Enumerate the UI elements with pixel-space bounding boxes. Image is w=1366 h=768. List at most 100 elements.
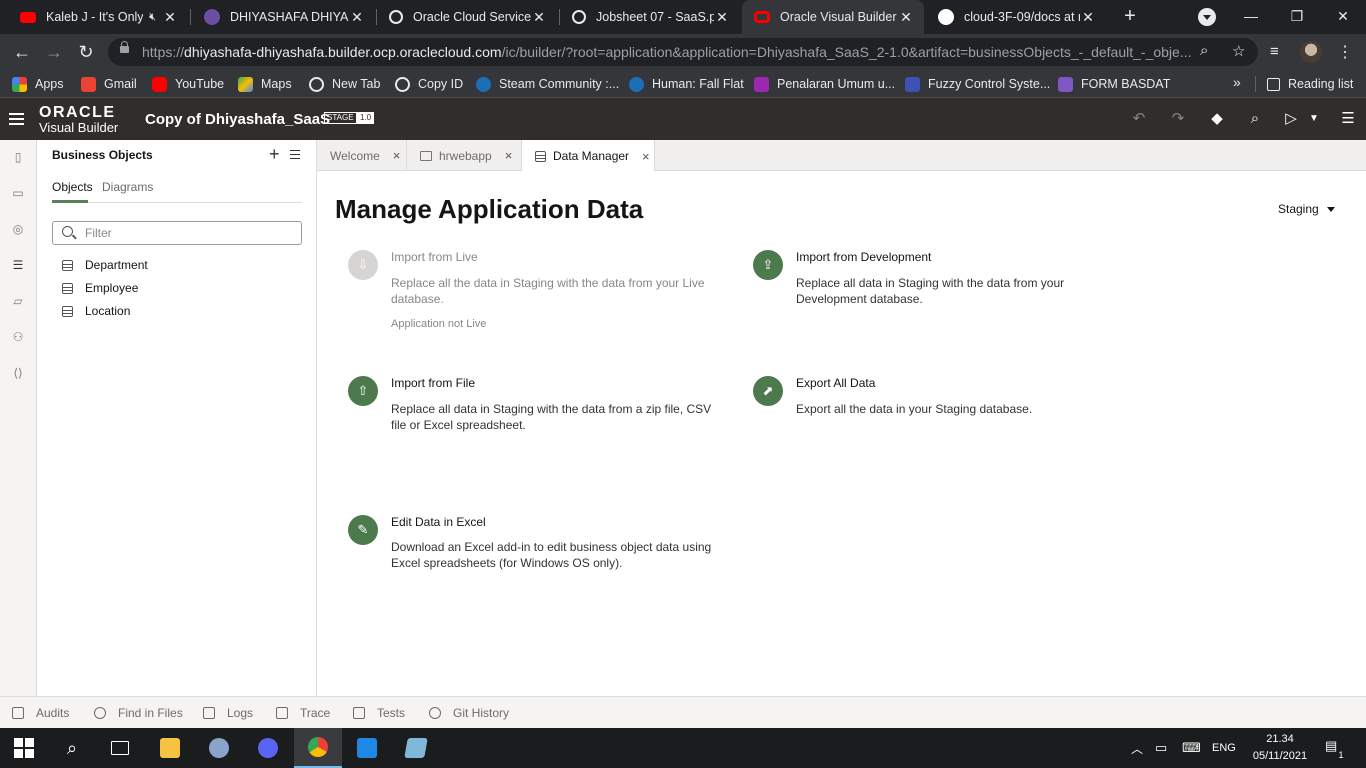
close-window-button[interactable]: ✕ [1320, 0, 1366, 34]
import-file-icon[interactable]: ⇧ [348, 376, 378, 406]
task-view-button[interactable] [96, 728, 144, 768]
tab-search-icon[interactable] [1198, 8, 1216, 26]
filter-input[interactable] [85, 225, 285, 241]
bookmark-youtube[interactable]: YouTube [152, 75, 224, 93]
language-indicator[interactable]: ENG [1212, 742, 1236, 754]
close-tab-icon[interactable]: ✕ [714, 9, 730, 26]
forward-button[interactable]: → [42, 40, 66, 64]
minimize-button[interactable]: — [1228, 0, 1274, 34]
chevron-down-icon[interactable] [1327, 207, 1335, 212]
network-icon[interactable]: ▭ [1155, 740, 1167, 756]
find-in-files-button[interactable]: Find in Files [94, 706, 183, 720]
back-button[interactable]: ← [10, 40, 34, 64]
mute-icon[interactable]: 🔇︎ [149, 11, 156, 24]
new-tab-button[interactable]: + [1118, 4, 1142, 28]
business-object-item[interactable]: Location [62, 303, 130, 319]
edit-data-in-excel-link[interactable]: Edit Data in Excel [391, 515, 486, 529]
add-business-object-icon[interactable]: + [269, 144, 280, 165]
bookmark-star-icon[interactable]: ☆ [1232, 42, 1245, 60]
close-tab-icon[interactable]: × [642, 149, 650, 164]
logs-button[interactable]: Logs [203, 706, 253, 720]
tests-button[interactable]: Tests [353, 706, 405, 720]
tab-data-manager[interactable]: Data Manager × [522, 140, 655, 172]
bookmark-gmail[interactable]: Gmail [81, 75, 137, 93]
git-icon[interactable]: ◆ [1207, 109, 1227, 129]
git-history-button[interactable]: Git History [429, 706, 509, 720]
start-button[interactable] [0, 728, 48, 768]
app-title[interactable]: Copy of Dhiyashafa_SaaS [145, 111, 330, 128]
bookmark-fuzzy[interactable]: Fuzzy Control Syste... [905, 75, 1050, 93]
tab-diagrams[interactable]: Diagrams [102, 180, 153, 194]
mobile-apps-icon[interactable]: ▯ [10, 149, 26, 165]
close-tab-icon[interactable]: × [393, 148, 401, 163]
export-all-data-link[interactable]: Export All Data [796, 376, 875, 390]
address-bar[interactable]: https://dhiyashafa-dhiyashafa.builder.oc… [108, 38, 1258, 66]
reload-button[interactable]: ↻ [74, 40, 98, 64]
audits-button[interactable]: Audits [12, 706, 69, 720]
more-menu-icon[interactable]: ⋮ [1337, 42, 1353, 62]
discord-app[interactable] [244, 728, 292, 768]
bookmark-maps[interactable]: Maps [238, 75, 292, 93]
other-app[interactable] [392, 728, 440, 768]
environment-select[interactable]: Staging [1278, 202, 1319, 216]
business-objects-icon[interactable]: ☰ [10, 257, 26, 273]
search-icon[interactable]: ⌕ [1245, 109, 1265, 129]
import-from-development-link[interactable]: Import from Development [796, 250, 931, 264]
bookmark-penalaran[interactable]: Penalaran Umum u... [754, 75, 895, 93]
trace-button[interactable]: Trace [276, 706, 330, 720]
import-development-icon[interactable]: ⇪ [753, 250, 783, 280]
import-from-file-link[interactable]: Import from File [391, 376, 475, 390]
bookmark-apps[interactable]: Apps [12, 75, 64, 93]
filter-field[interactable] [52, 221, 302, 245]
business-object-item[interactable]: Department [62, 257, 148, 273]
panel-menu-icon[interactable] [290, 150, 300, 159]
excel-edit-icon[interactable]: ✎ [348, 515, 378, 545]
close-tab-icon[interactable]: ✕ [162, 9, 178, 26]
clock-time[interactable]: 21.34 [1250, 733, 1310, 745]
browser-tab-active[interactable]: Oracle Visual Builder | ✕ [742, 0, 924, 34]
profile-avatar[interactable] [1300, 41, 1322, 63]
components-icon[interactable]: ▱ [10, 293, 26, 309]
more-bookmarks-icon[interactable]: » [1233, 74, 1241, 90]
tab-objects[interactable]: Objects [52, 180, 93, 194]
web-apps-icon[interactable]: ▭ [10, 185, 26, 201]
business-object-item[interactable]: Employee [62, 280, 138, 296]
keyboard-icon[interactable]: ⌨ [1182, 740, 1201, 756]
close-tab-icon[interactable]: ✕ [531, 9, 547, 26]
browser-tab[interactable]: Oracle Cloud Service D ✕ [377, 0, 557, 34]
search-button[interactable]: ⌕ [48, 728, 96, 768]
source-view-icon[interactable]: ⟨⟩ [10, 365, 26, 381]
browser-tab[interactable]: Jobsheet 07 - SaaS.pdf ✕ [560, 0, 740, 34]
chevron-down-icon[interactable]: ▼ [1304, 109, 1324, 129]
settings-app[interactable] [195, 728, 243, 768]
navigator-menu-icon[interactable] [9, 113, 24, 125]
bookmark-form-basdat[interactable]: FORM BASDAT [1058, 75, 1170, 93]
file-explorer-app[interactable] [146, 728, 194, 768]
lock-icon[interactable] [120, 41, 129, 53]
preview-play-icon[interactable]: ▷ [1281, 109, 1301, 129]
redo-icon[interactable]: ↷ [1168, 109, 1188, 129]
export-data-icon[interactable]: ⬈ [753, 376, 783, 406]
services-icon[interactable]: ◎ [10, 221, 26, 237]
vscode-app[interactable] [343, 728, 391, 768]
browser-tab[interactable]: Kaleb J - It's Only 🔇︎ ✕ [8, 0, 188, 34]
tab-hrwebapp[interactable]: hrwebapp × [407, 140, 522, 171]
browser-tab[interactable]: DHIYASHAFA DHIYAH ✕ [192, 0, 375, 34]
restore-button[interactable]: ❐ [1274, 0, 1320, 34]
bookmark-new-tab[interactable]: New Tab [309, 75, 380, 93]
tab-welcome[interactable]: Welcome × [317, 140, 407, 171]
bookmark-copy-id[interactable]: Copy ID [395, 75, 463, 93]
reading-list-button[interactable]: Reading list [1267, 75, 1353, 93]
zoom-icon[interactable]: ⌕ [1200, 42, 1208, 59]
close-tab-icon[interactable]: ✕ [349, 9, 365, 26]
bookmark-steam[interactable]: Steam Community :... [476, 75, 619, 93]
undo-icon[interactable]: ↶ [1129, 109, 1149, 129]
bookmark-human-fall-flat[interactable]: Human: Fall Flat [629, 75, 744, 93]
close-tab-icon[interactable]: ✕ [1080, 9, 1096, 26]
show-hidden-icons-icon[interactable]: ︿ [1131, 740, 1143, 757]
close-tab-icon[interactable]: ✕ [898, 9, 914, 26]
media-control-icon[interactable]: ≡ [1270, 43, 1279, 60]
app-menu-icon[interactable]: ☰ [1338, 109, 1358, 129]
chrome-app[interactable] [294, 728, 342, 768]
close-tab-icon[interactable]: × [505, 148, 513, 163]
